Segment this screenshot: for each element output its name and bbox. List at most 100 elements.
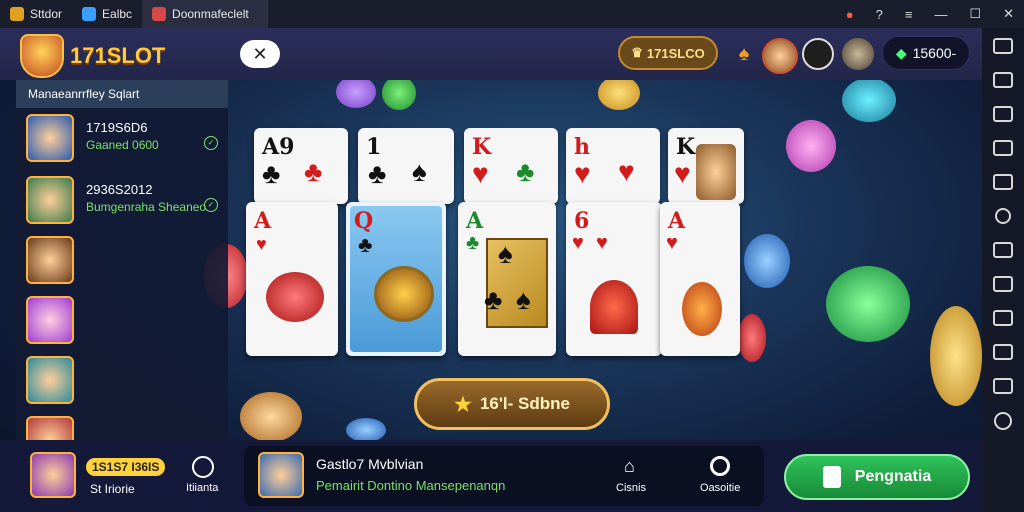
card-rank: 1 <box>366 134 382 160</box>
player-item[interactable] <box>26 356 226 408</box>
shovel-icon[interactable]: ♠ <box>728 38 760 70</box>
check-icon: ✓ <box>204 136 218 150</box>
window-icon[interactable] <box>993 174 1013 190</box>
card-rank: A <box>668 208 686 234</box>
location-icon[interactable] <box>995 208 1011 224</box>
close-button[interactable]: ✕ <box>240 40 280 68</box>
shake-icon[interactable] <box>993 344 1013 360</box>
bottom-bar: 1S1S7 I36IS St Iriorie Itiianta Gastlo7 … <box>0 440 982 512</box>
avatar <box>258 452 304 498</box>
balance-display[interactable]: ◆ 15600- <box>882 36 970 70</box>
player-item[interactable] <box>26 236 226 288</box>
camera-icon[interactable] <box>993 310 1013 326</box>
club-icon: ♣ <box>484 284 503 315</box>
brand-logo: 171SLOT <box>20 34 165 78</box>
player-item[interactable]: 2936S2012 Bumgenraha Sheaneo ✓ <box>26 176 226 228</box>
playing-card[interactable]: A9 ♣ ♣ <box>254 128 348 204</box>
chip-pink <box>786 120 836 172</box>
brand-pill[interactable]: ♛ 171SLCO <box>618 36 718 70</box>
chip-blue <box>744 234 790 288</box>
tab-sttdor[interactable]: Sttdor <box>0 0 72 28</box>
player-item[interactable] <box>26 296 226 348</box>
club-icon: ♣ <box>516 156 535 187</box>
mask-icon[interactable] <box>842 38 874 70</box>
apk-icon[interactable] <box>993 242 1013 258</box>
nav-home-label[interactable]: Cisnis <box>616 482 646 494</box>
game-topbar: 171SLOT ✕ ♛ 171SLCO ♠ ◆ 15600- <box>0 28 982 80</box>
sidebar-title: Manaeanrrfley Sqlart <box>16 80 228 108</box>
playing-card[interactable]: Q ♣ <box>346 202 446 356</box>
game-icon <box>152 7 167 21</box>
playing-card[interactable]: K ♥ ♣ <box>464 128 558 204</box>
playing-card[interactable]: A ♣ ♠ ♣ ♠ <box>458 202 556 356</box>
tab-ealbc[interactable]: Ealbc <box>72 0 142 28</box>
bookmark-icon <box>822 466 841 488</box>
panel-title: Gastlo7 Mvblvian <box>316 456 424 472</box>
score-button[interactable]: ★ 16'l- Sdbne <box>414 378 610 430</box>
player-status: Gaaned 0600 <box>86 138 159 152</box>
playing-card[interactable]: 1 ♣ ♠ <box>358 128 454 204</box>
card-art <box>374 266 434 322</box>
card-rank: A <box>254 208 272 234</box>
heart-icon: ♥ <box>572 232 584 254</box>
rotate-icon[interactable] <box>993 378 1013 394</box>
window-tabbar: Sttdor Ealbc Doonmafeclelt ● ? ≡ — ☐ ✕ <box>0 0 1024 28</box>
nav-view-label[interactable]: Oasoitie <box>700 482 740 494</box>
maximize-icon[interactable]: ☐ <box>969 6 981 22</box>
files-icon[interactable] <box>993 276 1013 292</box>
eye-icon[interactable] <box>710 456 730 476</box>
playing-card[interactable]: A ♥ <box>246 202 338 356</box>
heart-icon: ♥ <box>666 232 678 254</box>
card-rank: A9 <box>262 134 295 160</box>
mid-label[interactable]: Itiianta <box>186 482 218 494</box>
info-panel: Gastlo7 Mvblvian Pemairit Dontino Mansep… <box>244 446 764 506</box>
record-video-icon[interactable] <box>993 140 1013 156</box>
chip-green <box>382 76 416 110</box>
king-portrait <box>696 144 736 200</box>
tab-label: Sttdor <box>30 7 63 21</box>
card-rank: Q <box>354 208 374 234</box>
settings-icon[interactable] <box>994 412 1012 430</box>
close-icon[interactable]: ✕ <box>1003 6 1014 22</box>
card-rank: A <box>466 208 484 234</box>
tab-active[interactable]: Doonmafeclelt <box>142 0 269 28</box>
avatar[interactable] <box>762 38 798 74</box>
spade-icon: ♠ <box>516 284 531 315</box>
chip-gold <box>598 76 640 110</box>
minimize-icon[interactable]: — <box>934 7 947 22</box>
avatar <box>26 416 74 440</box>
card-rank: h <box>574 134 590 160</box>
player-item[interactable]: 1719S6D6 Gaaned 0600 ✓ <box>26 114 226 166</box>
keyboard-icon[interactable] <box>993 72 1013 88</box>
crown-icon: ♛ <box>631 45 643 60</box>
heart-icon: ♥ <box>618 156 635 187</box>
playing-card[interactable]: h ♥ ♥ <box>566 128 660 204</box>
spade-icon: ♠ <box>498 238 513 269</box>
playing-card[interactable]: K ♥ <box>668 128 744 204</box>
help-icon[interactable]: ? <box>876 7 883 22</box>
record-icon[interactable]: ● <box>846 7 854 22</box>
user-subtitle: St Iriorie <box>90 482 135 496</box>
heart-icon: ♥ <box>574 158 591 189</box>
playing-card[interactable]: 6 ♥ ♥ <box>566 202 662 356</box>
chip-green-large <box>826 266 910 342</box>
settings-gear-icon[interactable] <box>802 38 834 70</box>
cta-label: Pengnatia <box>854 468 932 485</box>
score-label: 16'l- Sdbne <box>479 394 570 413</box>
heart-icon: ♥ <box>596 232 608 254</box>
card-art <box>590 280 638 334</box>
fullscreen-icon[interactable] <box>993 38 1013 54</box>
brand-pill-label: 171SLCO <box>646 45 705 61</box>
player-item[interactable] <box>26 416 226 440</box>
star-icon: ★ <box>454 393 472 416</box>
home-icon[interactable]: ⌂ <box>624 456 635 477</box>
cta-button[interactable]: Pengnatia <box>784 454 970 500</box>
window-controls: ● ? ≡ — ☐ ✕ <box>846 0 1014 28</box>
balance-value: 15600- <box>912 45 957 61</box>
spade-icon: ♠ <box>412 156 427 187</box>
friends-icon[interactable] <box>192 456 214 478</box>
avatar[interactable] <box>30 452 76 498</box>
menu-icon[interactable]: ≡ <box>905 7 913 22</box>
screenshot-icon[interactable] <box>993 106 1013 122</box>
playing-card[interactable]: A ♥ <box>660 202 740 356</box>
